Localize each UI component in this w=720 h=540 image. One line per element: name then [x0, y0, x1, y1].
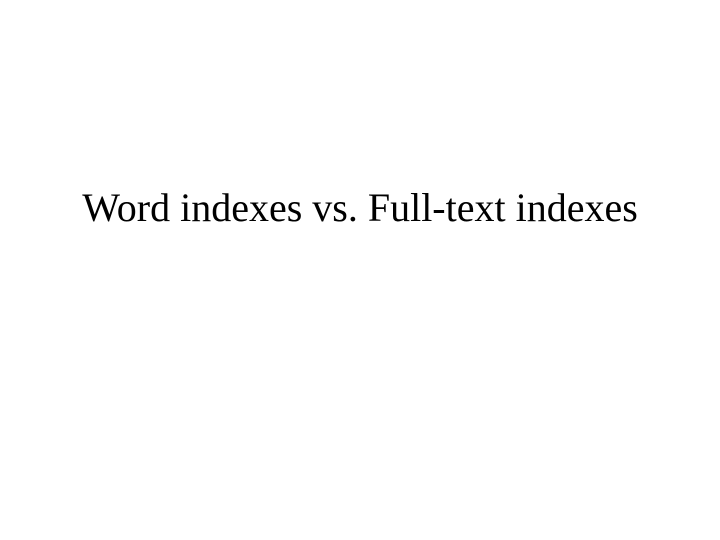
slide-title: Word indexes vs. Full-text indexes — [82, 184, 638, 231]
